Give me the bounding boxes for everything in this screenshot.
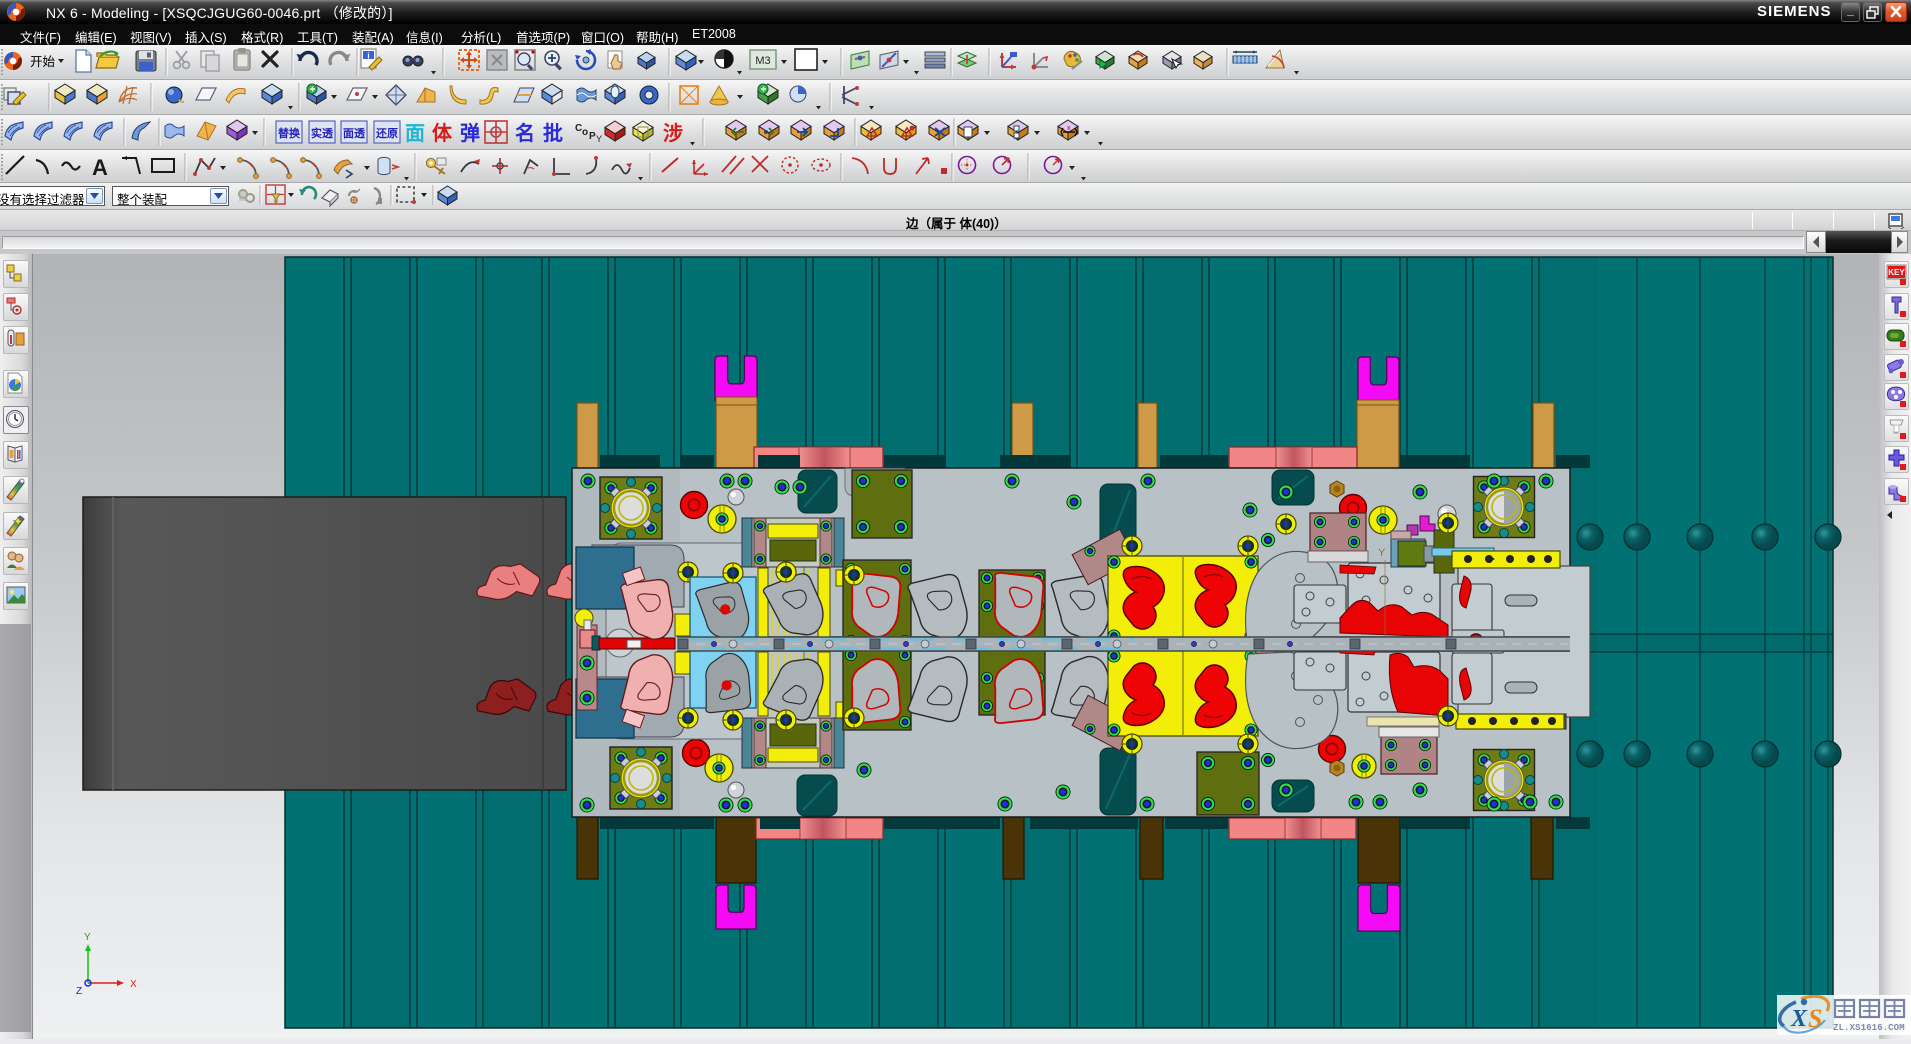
svg-text:还原: 还原	[375, 126, 398, 140]
svg-text:S: S	[1808, 1004, 1822, 1033]
svg-text:i: i	[367, 52, 369, 61]
svg-text:KEY: KEY	[1888, 268, 1905, 277]
svg-text:x: x	[1067, 125, 1071, 132]
svg-text:弹: 弹	[460, 121, 480, 145]
svg-text:面透: 面透	[343, 127, 366, 140]
svg-text:A: A	[92, 155, 108, 180]
svg-text:实透: 实透	[311, 126, 334, 140]
svg-text:Y: Y	[84, 932, 91, 943]
svg-text:X: X	[1790, 1006, 1808, 1032]
svg-text:X: X	[130, 979, 137, 990]
svg-text:体: 体	[432, 121, 453, 145]
svg-text:开始: 开始	[30, 55, 56, 69]
svg-text:Y: Y	[1378, 547, 1386, 559]
svg-text:ZL.XS1616.COM: ZL.XS1616.COM	[1833, 1022, 1905, 1033]
svg-text:P: P	[589, 131, 596, 142]
svg-text:Z: Z	[76, 986, 82, 997]
svg-text:涉: 涉	[663, 122, 683, 145]
svg-text:替换: 替换	[278, 126, 301, 140]
svg-text:名: 名	[515, 121, 535, 145]
svg-text:M3: M3	[755, 55, 770, 67]
svg-text:面: 面	[405, 123, 425, 145]
svg-text:o: o	[582, 127, 588, 138]
svg-text:Y: Y	[596, 134, 602, 144]
svg-text:批: 批	[543, 121, 563, 145]
